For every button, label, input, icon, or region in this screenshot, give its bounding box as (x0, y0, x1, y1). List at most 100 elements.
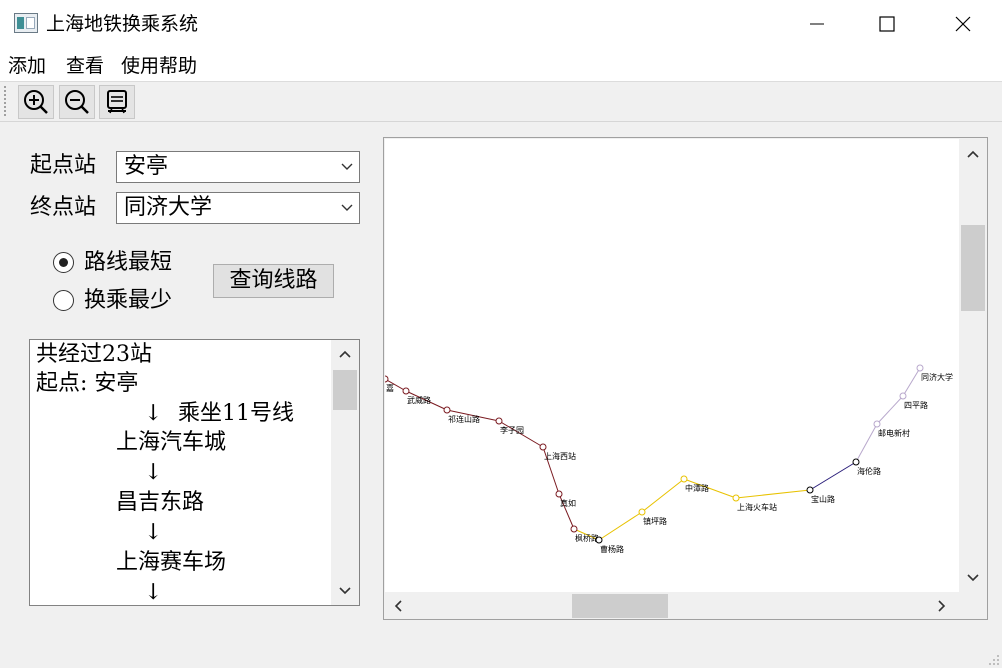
chevron-down-icon (341, 163, 353, 170)
station-label: 上海火车站 (737, 502, 777, 512)
station-label: 枫桥路 (575, 533, 599, 543)
station-marker[interactable] (539, 443, 547, 451)
chevron-up-icon (339, 350, 351, 358)
station-marker[interactable] (680, 475, 688, 483)
station-label: 武威路 (407, 395, 431, 405)
metro-map-svg: 嘉武威路祁连山路李子园上海西站真如枫桥路曹杨路 镇坪路 中潭路上海火车站 宝山路 海伦路… (385, 364, 953, 554)
start-station-label: 起点站 (30, 153, 97, 178)
route-result-list[interactable]: 共经过23站 起点: 安亭 ↓ 乘坐11号线 上海汽车城 ↓ 昌吉东路 ↓ 上海… (29, 339, 360, 606)
station-marker[interactable] (402, 387, 410, 395)
radio-button[interactable] (53, 252, 74, 273)
station-marker[interactable] (385, 375, 389, 383)
down-arrow-text: ↓ (144, 580, 163, 605)
station-label: 四平路 (904, 400, 928, 410)
chevron-right-icon (938, 600, 946, 612)
station-marker[interactable] (916, 364, 924, 372)
station-label: 上海西站 (544, 451, 576, 461)
end-station-select[interactable]: 同济大学 (116, 192, 360, 224)
station-marker[interactable] (595, 536, 603, 544)
station-label: 中潭路 (685, 483, 709, 493)
down-arrow-text: ↓ (144, 401, 163, 426)
title-bar: 上海地铁换乘系统 (0, 0, 1002, 48)
map-horizontal-scrollbar[interactable] (384, 592, 959, 619)
menu-bar: 添加 查看 使用帮助 (0, 48, 1002, 82)
chevron-down-icon (339, 587, 351, 595)
result-line: 上海汽车城 (116, 430, 227, 455)
scrollbar-thumb[interactable] (333, 370, 357, 410)
toolbar (0, 82, 1002, 122)
route-segment (809, 461, 857, 491)
zoom-out-icon (65, 90, 89, 114)
close-button[interactable] (928, 0, 998, 48)
menu-view[interactable]: 查看 (66, 54, 104, 78)
radio-least-transfer[interactable]: 换乘最少 (53, 286, 203, 316)
maximize-button[interactable] (852, 0, 922, 48)
station-marker[interactable] (555, 490, 563, 498)
station-marker[interactable] (732, 494, 740, 502)
start-station-value: 安亭 (124, 154, 169, 179)
station-label: 海伦路 (857, 466, 881, 476)
query-route-button[interactable]: 查询线路 (213, 264, 334, 298)
metro-map-button[interactable] (99, 85, 135, 119)
start-station-select[interactable]: 安亭 (116, 151, 360, 183)
station-marker[interactable] (638, 508, 646, 516)
route-segment (641, 478, 685, 513)
station-marker[interactable] (899, 392, 907, 400)
result-line: 乘坐11号线 (178, 401, 294, 426)
station-marker[interactable] (570, 525, 578, 533)
close-icon (955, 16, 971, 32)
result-line: 起点: 安亭 (36, 371, 139, 396)
resize-grip-icon[interactable] (988, 654, 1000, 666)
toolbar-grip[interactable] (4, 86, 7, 116)
station-marker[interactable] (806, 486, 814, 494)
result-scrollbar[interactable] (331, 340, 359, 605)
window-title: 上海地铁换乘系统 (46, 13, 199, 35)
zoom-out-button[interactable] (59, 85, 95, 119)
menu-add[interactable]: 添加 (8, 54, 46, 78)
station-label: 曹杨路 (600, 544, 624, 554)
station-label: 嘉 (386, 383, 394, 393)
minimize-button[interactable] (782, 0, 852, 48)
chevron-down-icon (341, 204, 353, 211)
station-marker[interactable] (495, 417, 503, 425)
radio-least-transfer-label: 换乘最少 (84, 288, 173, 313)
route-segment (902, 367, 921, 397)
app-icon (14, 13, 38, 33)
station-label: 真如 (560, 498, 576, 508)
menu-help[interactable]: 使用帮助 (121, 54, 197, 78)
station-label: 镇坪路 (643, 516, 667, 526)
result-line: 上海赛车场 (116, 550, 227, 575)
station-marker[interactable] (443, 406, 451, 414)
station-marker[interactable] (873, 420, 881, 428)
radio-selected-dot (59, 258, 68, 267)
station-label: 同济大学 (921, 372, 953, 382)
chevron-down-icon (967, 574, 979, 582)
map-vertical-scrollbar[interactable] (959, 138, 987, 592)
down-arrow-text: ↓ (144, 520, 163, 545)
result-line: 共经过23站 (36, 342, 152, 367)
chevron-left-icon (394, 600, 402, 612)
maximize-icon (879, 16, 895, 32)
end-station-value: 同济大学 (124, 195, 213, 220)
route-segment (598, 511, 643, 541)
station-label: 祁连山路 (448, 414, 480, 424)
route-segment (735, 489, 811, 499)
zoom-in-button[interactable] (18, 85, 54, 119)
route-segment (855, 423, 878, 463)
chevron-up-icon (967, 150, 979, 158)
station-marker[interactable] (852, 458, 860, 466)
result-line: 昌吉东路 (116, 490, 205, 515)
radio-button[interactable] (53, 290, 74, 311)
map-canvas[interactable]: 嘉武威路祁连山路李子园上海西站真如枫桥路 曹杨路 镇坪路 中潭路上海火车站 宝山路 海伦路… (385, 139, 959, 593)
scrollbar-thumb[interactable] (572, 594, 668, 618)
scrollbar-thumb[interactable] (961, 225, 985, 311)
station-label: 宝山路 (811, 494, 835, 504)
minimize-icon (810, 23, 824, 25)
down-arrow-text: ↓ (144, 460, 163, 485)
route-segment (876, 395, 904, 425)
metro-map-view[interactable]: 嘉武威路祁连山路李子园上海西站真如枫桥路 曹杨路 镇坪路 中潭路上海火车站 宝山路 海伦路… (383, 137, 988, 620)
station-label: 邮电新村 (878, 428, 910, 438)
radio-shortest-route[interactable]: 路线最短 (53, 248, 203, 278)
radio-shortest-label: 路线最短 (84, 250, 173, 275)
station-label: 李子园 (500, 425, 524, 435)
